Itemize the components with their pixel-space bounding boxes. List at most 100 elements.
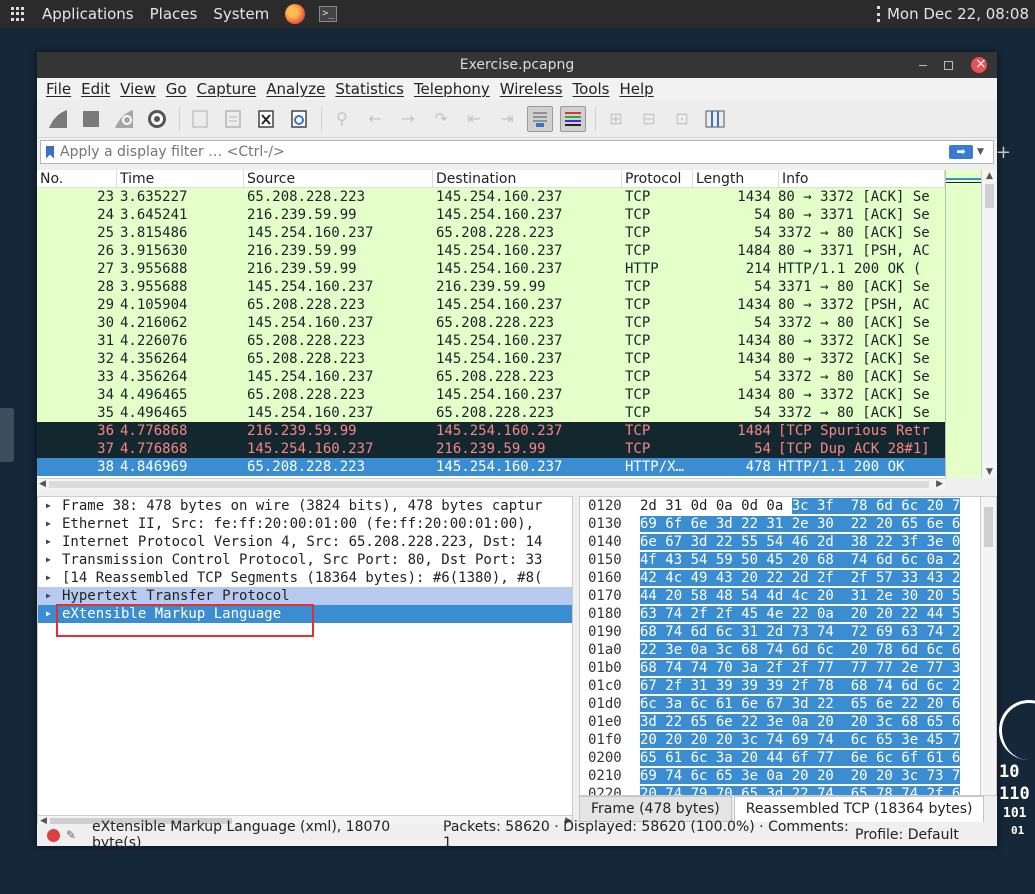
hex-row[interactable]: 0190 68 74 6d 6c 31 2d 73 74 72 69 63 74 … — [580, 623, 996, 641]
scroll-down-icon[interactable]: ▼ — [986, 467, 993, 477]
hex-row[interactable]: 01f0 20 20 20 20 3c 74 69 74 6c 65 3e 45 … — [580, 731, 996, 749]
packet-list-hscrollbar[interactable]: ◀ ▶ — [37, 478, 945, 490]
details-tree-item[interactable]: ▶ Frame 38: 478 bytes on wire (3824 bits)… — [38, 497, 572, 515]
maximize-button[interactable] — [940, 57, 956, 73]
filter-bookmark-icon[interactable] — [46, 145, 54, 159]
expand-arrow-icon[interactable]: ▶ — [46, 515, 62, 533]
col-header-destination[interactable]: Destination — [433, 170, 622, 187]
expand-arrow-icon[interactable]: ▶ — [46, 533, 62, 551]
filter-history-dropdown-icon[interactable]: ▼ — [977, 147, 987, 157]
packet-row[interactable]: 36 4.776868 216.239.59.99 145.254.160.237 TC… — [37, 422, 945, 440]
terminal-icon[interactable]: >_ — [319, 6, 338, 22]
hex-row[interactable]: 0120 2d 31 0d 0a 0d 0a 3c 3f 78 6d 6c 20 … — [580, 497, 996, 515]
menu-statistics[interactable]: Statistics — [330, 80, 409, 98]
clock[interactable]: Mon Dec 22, 08:08 — [887, 5, 1029, 23]
display-filter-input[interactable] — [60, 144, 949, 160]
stop-capture-icon[interactable] — [78, 106, 104, 132]
go-forward-icon[interactable]: → — [395, 106, 421, 132]
menu-wireless[interactable]: Wireless — [495, 80, 568, 98]
packet-row[interactable]: 27 3.955688 216.239.59.99 145.254.160.237 HT… — [37, 260, 945, 278]
apps-grid-icon[interactable] — [11, 7, 25, 21]
hex-row[interactable]: 0200 65 61 6c 3a 20 44 6f 77 6e 6c 6f 61 … — [580, 749, 996, 767]
expert-info-icon[interactable] — [47, 828, 60, 842]
scroll-thumb[interactable] — [985, 184, 994, 208]
packet-row[interactable]: 34 4.496465 65.208.228.223 145.254.160.237 T… — [37, 386, 945, 404]
details-tree-item[interactable]: ▶ [14 Reassembled TCP Segments (18364 byt… — [38, 569, 572, 587]
col-header-protocol[interactable]: Protocol — [622, 170, 693, 187]
add-filter-button-icon[interactable]: + — [996, 142, 1011, 163]
packet-row[interactable]: 29 4.105904 65.208.228.223 145.254.160.237 T… — [37, 296, 945, 314]
hex-row[interactable]: 0150 4f 43 54 59 50 45 20 68 74 6d 6c 0a … — [580, 551, 996, 569]
packet-row[interactable]: 33 4.356264 145.254.160.237 65.208.228.223 T… — [37, 368, 945, 386]
zoom-out-icon[interactable]: ⊟ — [636, 106, 662, 132]
hex-row[interactable]: 01b0 68 74 74 70 3a 2f 2f 77 77 77 2e 77 … — [580, 659, 996, 677]
firefox-icon[interactable] — [285, 4, 306, 24]
start-capture-fin-icon[interactable] — [45, 106, 71, 132]
open-file-icon[interactable] — [187, 106, 213, 132]
expand-arrow-icon[interactable]: ▶ — [46, 569, 62, 587]
col-header-no[interactable]: No. — [37, 170, 117, 187]
title-bar[interactable]: Exercise.pcapng — [37, 51, 997, 78]
resize-columns-icon[interactable] — [702, 106, 728, 132]
col-header-info[interactable]: Info — [779, 170, 945, 187]
menu-go[interactable]: Go — [161, 80, 192, 98]
apply-filter-arrow-icon[interactable]: ➡ — [949, 145, 973, 159]
packet-row[interactable]: 30 4.216062 145.254.160.237 65.208.228.223 T… — [37, 314, 945, 332]
first-packet-icon[interactable]: ⇤ — [461, 106, 487, 132]
details-tree-item[interactable]: ▶ Internet Protocol Version 4, Src: 65.20… — [38, 533, 572, 551]
menu-edit[interactable]: Edit — [76, 80, 115, 98]
packet-row[interactable]: 28 3.955688 145.254.160.237 216.239.59.99 TC… — [37, 278, 945, 296]
applications-menu[interactable]: Applications — [34, 5, 142, 23]
comment-pencil-icon[interactable]: ✎ — [66, 828, 82, 842]
go-back-icon[interactable]: ← — [362, 106, 388, 132]
menu-file[interactable]: File — [41, 80, 76, 98]
autoscroll-icon[interactable] — [527, 105, 553, 132]
find-packet-icon[interactable]: ⚲ — [329, 106, 355, 132]
packet-row[interactable]: 35 4.496465 145.254.160.237 65.208.228.223 T… — [37, 404, 945, 422]
col-header-time[interactable]: Time — [117, 170, 244, 187]
col-header-length[interactable]: Length — [693, 170, 779, 187]
menu-capture[interactable]: Capture — [192, 80, 262, 98]
hex-row[interactable]: 0170 44 20 58 48 54 4d 4c 20 31 2e 30 20 … — [580, 587, 996, 605]
zoom-in-icon[interactable]: ⊞ — [603, 106, 629, 132]
dock-handle[interactable] — [0, 408, 14, 462]
packet-row[interactable]: 31 4.226076 65.208.228.223 145.254.160.237 T… — [37, 332, 945, 350]
packet-row[interactable]: 26 3.915630 216.239.59.99 145.254.160.237 TC… — [37, 242, 945, 260]
scroll-thumb[interactable] — [984, 507, 993, 547]
reload-file-icon[interactable] — [286, 106, 312, 132]
minimize-button[interactable] — [915, 57, 931, 73]
details-tree-item[interactable]: ▶ Hypertext Transfer Protocol — [38, 587, 572, 605]
packet-row[interactable]: 37 4.776868 145.254.160.237 216.239.59.99 TC… — [37, 440, 945, 458]
details-tree-item[interactable]: ▶ Ethernet II, Src: fe:ff:20:00:01:00 (fe… — [38, 515, 572, 533]
packet-row[interactable]: 23 3.635227 65.208.228.223 145.254.160.237 T… — [37, 188, 945, 206]
save-file-icon[interactable] — [220, 106, 246, 132]
packet-row[interactable]: 25 3.815486 145.254.160.237 65.208.228.223 T… — [37, 224, 945, 242]
hex-row[interactable]: 01e0 3d 22 65 6e 22 3e 0a 20 20 3c 68 65 … — [580, 713, 996, 731]
packet-row[interactable]: 24 3.645241 216.239.59.99 145.254.160.237 TC… — [37, 206, 945, 224]
scroll-left-icon[interactable]: ◀ — [39, 479, 46, 489]
expand-arrow-icon[interactable]: ▶ — [46, 587, 62, 605]
capture-options-gear-icon[interactable] — [144, 106, 170, 132]
restart-capture-icon[interactable] — [111, 106, 137, 132]
hex-row[interactable]: 0210 69 74 6c 65 3e 0a 20 20 20 20 3c 73 … — [580, 767, 996, 785]
hex-row[interactable]: 0220 20 74 79 70 65 3d 22 74 65 78 74 2f … — [580, 785, 996, 795]
hex-row[interactable]: 01a0 22 3e 0a 3c 68 74 6d 6c 20 78 6d 6c … — [580, 641, 996, 659]
colorize-icon[interactable] — [560, 105, 586, 132]
hex-row[interactable]: 01d0 6c 3a 6c 61 6e 67 3d 22 65 6e 22 20 … — [580, 695, 996, 713]
packet-row[interactable]: 32 4.356264 65.208.228.223 145.254.160.237 T… — [37, 350, 945, 368]
details-tree-item[interactable]: ▶ Transmission Control Protocol, Src Port… — [38, 551, 572, 569]
menu-view[interactable]: View — [115, 80, 161, 98]
expand-arrow-icon[interactable]: ▶ — [46, 497, 62, 515]
normal-size-icon[interactable]: ⊡ — [669, 106, 695, 132]
menu-analyze[interactable]: Analyze — [261, 80, 330, 98]
scroll-right-icon[interactable]: ▶ — [936, 479, 943, 489]
system-menu[interactable]: System — [205, 5, 277, 23]
hscroll-thumb[interactable] — [49, 481, 929, 488]
bytes-scrollbar[interactable] — [980, 497, 996, 795]
hex-row[interactable]: 01c0 67 2f 31 39 39 39 2f 78 68 74 6d 6c … — [580, 677, 996, 695]
hex-row[interactable]: 0180 63 74 2f 2f 45 4e 22 0a 20 20 22 44 … — [580, 605, 996, 623]
close-button[interactable] — [971, 51, 987, 77]
packet-minimap[interactable] — [945, 170, 982, 478]
expand-arrow-icon[interactable]: ▶ — [46, 551, 62, 569]
scroll-up-icon[interactable]: ▲ — [986, 171, 993, 181]
